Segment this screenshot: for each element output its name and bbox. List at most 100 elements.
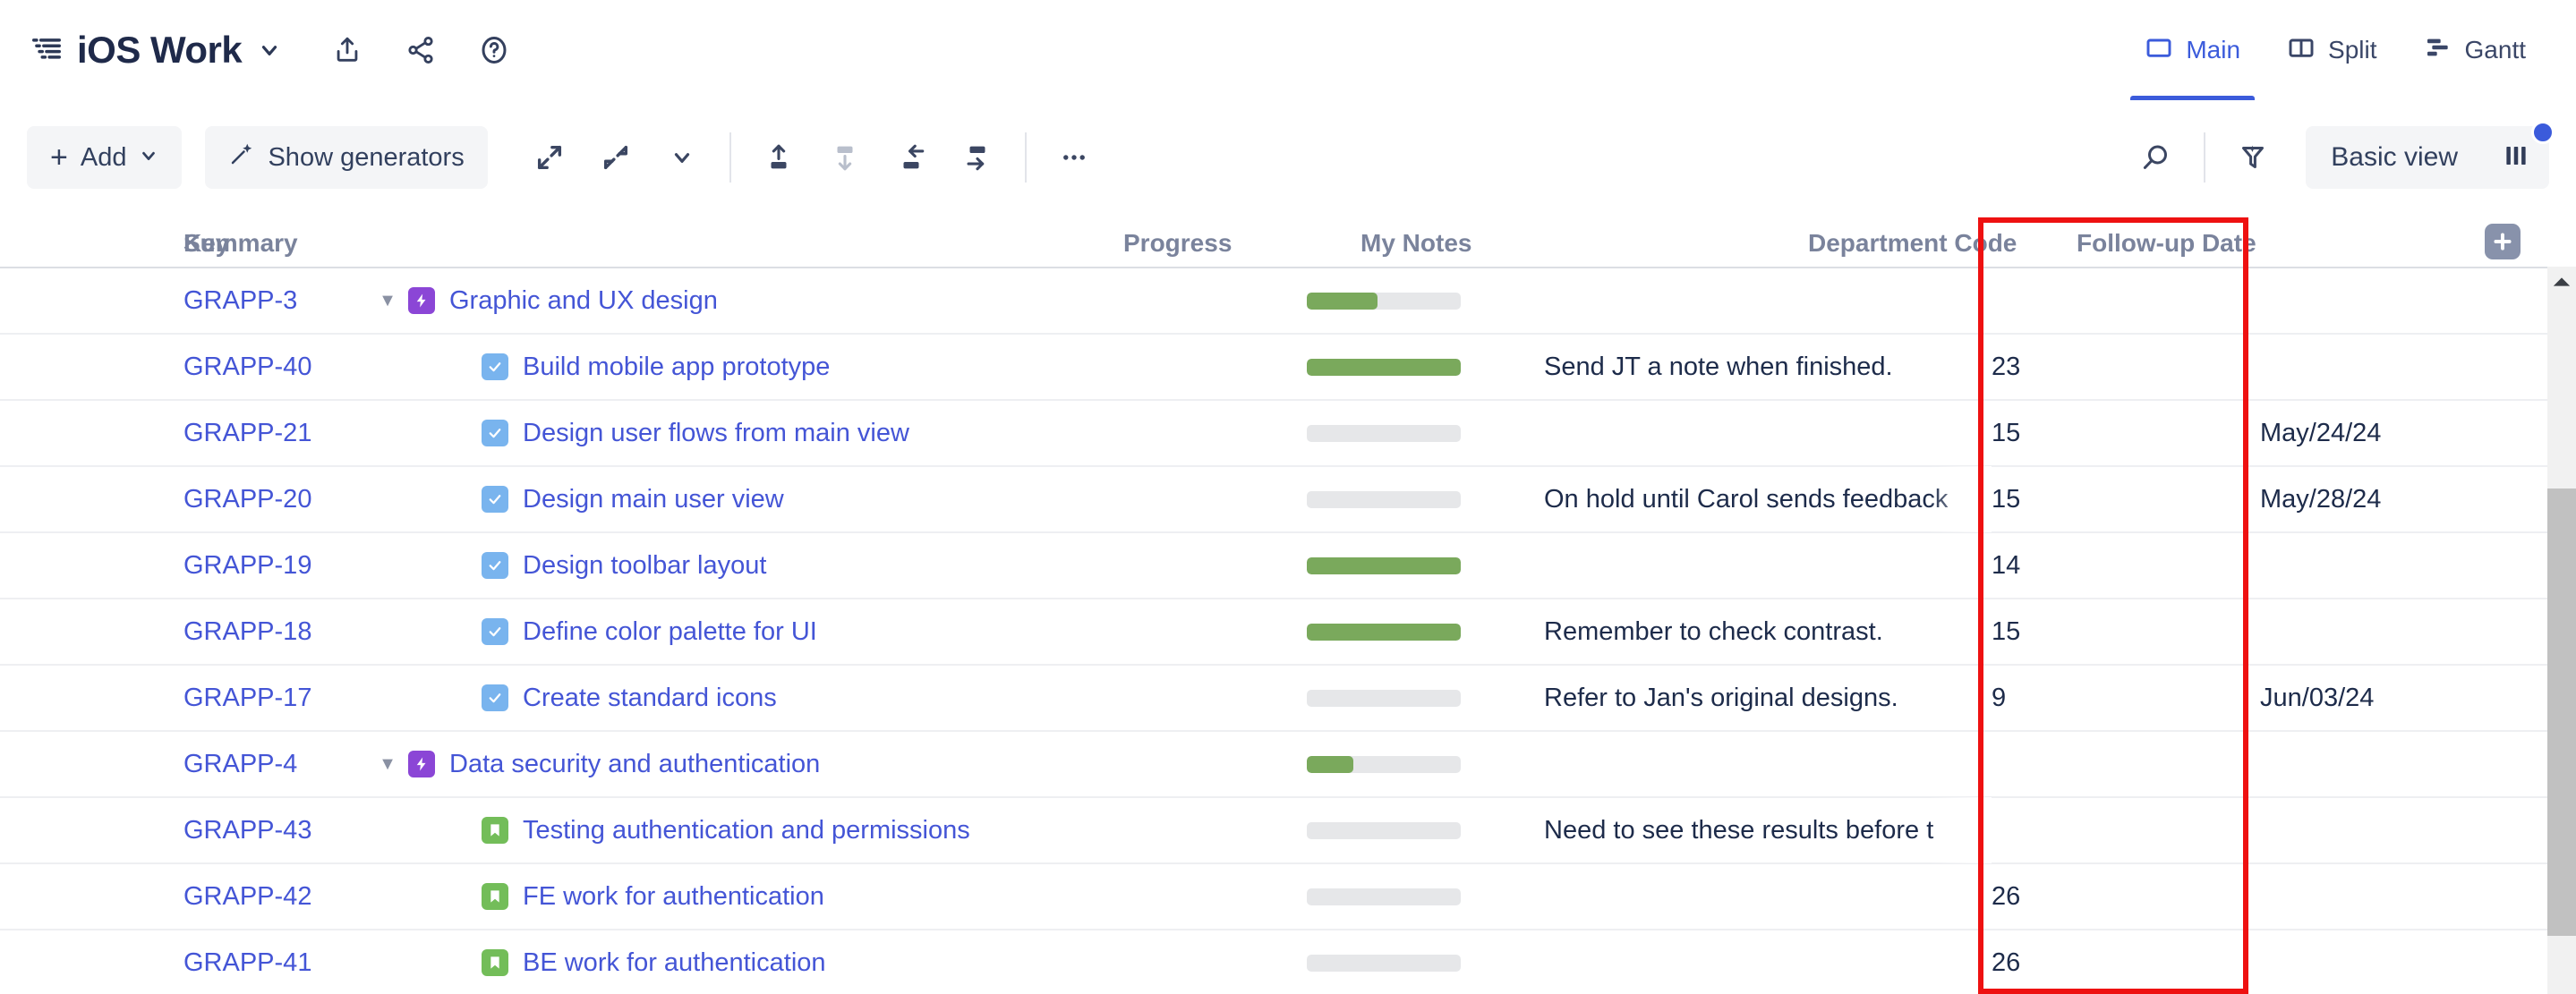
summary-text[interactable]: Testing authentication and permissions [523, 816, 970, 845]
summary-cell[interactable]: Build mobile app prototype [367, 334, 1307, 400]
more-ellipsis-icon[interactable] [1041, 126, 1107, 189]
add-button[interactable]: + Add [27, 126, 183, 189]
search-icon[interactable] [2123, 126, 2189, 189]
issue-key-link[interactable]: GRAPP-3 [0, 268, 367, 334]
my-notes-cell[interactable] [1544, 863, 1992, 930]
my-notes-cell[interactable]: On hold until Carol sends feedback [1544, 466, 1992, 532]
follow-up-date-cell[interactable]: Jun/03/24 [2260, 665, 2576, 731]
issue-key-link[interactable]: GRAPP-40 [0, 334, 367, 400]
follow-up-date-cell[interactable] [2260, 334, 2576, 400]
summary-text[interactable]: Design main user view [523, 485, 784, 514]
table-row[interactable]: GRAPP-43 Testing authentication and permi… [0, 797, 2576, 864]
my-notes-cell[interactable] [1544, 400, 1992, 466]
department-code-cell[interactable]: 9 [1992, 665, 2260, 731]
tab-gantt[interactable]: Gantt [2401, 0, 2549, 100]
table-row[interactable]: GRAPP-21 Design user flows from main view… [0, 401, 2576, 467]
summary-cell[interactable]: Design user flows from main view [367, 400, 1307, 466]
summary-cell[interactable]: BE work for authentication [367, 930, 1307, 994]
follow-up-date-cell[interactable] [2260, 930, 2576, 994]
tab-split[interactable]: Split [2264, 0, 2400, 100]
summary-cell[interactable]: FE work for authentication [367, 863, 1307, 930]
show-generators-button[interactable]: Show generators [205, 126, 488, 189]
issue-key-link[interactable]: GRAPP-43 [0, 797, 367, 863]
column-header-progress[interactable]: Progress [1123, 229, 1361, 267]
department-code-cell[interactable] [1992, 797, 2260, 863]
follow-up-date-cell[interactable]: May/28/24 [2260, 466, 2576, 532]
basic-view-button[interactable]: Basic view [2306, 126, 2483, 189]
collapse-triangle-icon[interactable]: ▼ [367, 754, 408, 775]
summary-text[interactable]: Graphic and UX design [449, 286, 718, 316]
department-code-cell[interactable]: 26 [1992, 863, 2260, 930]
scroll-up-arrow-icon[interactable] [2547, 267, 2576, 297]
department-code-cell[interactable]: 26 [1992, 930, 2260, 994]
table-row[interactable]: GRAPP-42 FE work for authentication 26 [0, 864, 2576, 930]
table-row[interactable]: GRAPP-3 ▼ Graphic and UX design [0, 268, 2576, 335]
column-header-my-notes[interactable]: My Notes [1361, 229, 1808, 267]
my-notes-cell[interactable]: Remember to check contrast. [1544, 599, 1992, 665]
move-up-button[interactable] [746, 126, 812, 189]
indent-button[interactable] [944, 126, 1011, 189]
issue-key-link[interactable]: GRAPP-19 [0, 532, 367, 599]
share-icon[interactable] [394, 23, 448, 77]
summary-cell[interactable]: Define color palette for UI [367, 599, 1307, 665]
summary-text[interactable]: Create standard icons [523, 684, 777, 713]
table-row[interactable]: GRAPP-20 Design main user view On hold unt… [0, 466, 2576, 533]
move-down-button[interactable] [812, 126, 878, 189]
follow-up-date-cell[interactable] [2260, 599, 2576, 665]
follow-up-date-cell[interactable] [2260, 863, 2576, 930]
plus-square-icon[interactable] [2485, 224, 2521, 259]
department-code-cell[interactable]: 14 [1992, 532, 2260, 599]
issue-key-link[interactable]: GRAPP-20 [0, 466, 367, 532]
summary-text[interactable]: Design toolbar layout [523, 551, 766, 581]
summary-text[interactable]: FE work for authentication [523, 882, 824, 912]
my-notes-cell[interactable] [1544, 532, 1992, 599]
collapse-all-button[interactable] [583, 126, 649, 189]
my-notes-cell[interactable] [1544, 268, 1992, 334]
table-row[interactable]: GRAPP-18 Define color palette for UI Remem… [0, 599, 2576, 666]
help-icon[interactable] [467, 23, 521, 77]
table-row[interactable]: GRAPP-41 BE work for authentication 26 [0, 930, 2576, 994]
summary-cell[interactable]: Testing authentication and permissions [367, 797, 1307, 863]
expand-options-caret[interactable] [649, 126, 715, 189]
table-row[interactable]: GRAPP-40 Build mobile app prototype Send J… [0, 335, 2576, 401]
summary-cell[interactable]: Design toolbar layout [367, 532, 1307, 599]
table-row[interactable]: GRAPP-19 Design toolbar layout 14 [0, 533, 2576, 599]
follow-up-date-cell[interactable]: May/24/24 [2260, 400, 2576, 466]
follow-up-date-cell[interactable] [2260, 731, 2576, 797]
table-row[interactable]: GRAPP-17 Create standard icons Refer to Ja… [0, 666, 2576, 732]
collapse-triangle-icon[interactable]: ▼ [367, 291, 408, 311]
columns-button[interactable] [2483, 121, 2555, 189]
summary-text[interactable]: BE work for authentication [523, 948, 826, 978]
summary-cell[interactable]: ▼ Data security and authentication [367, 731, 1307, 797]
column-header-key[interactable]: Key [0, 229, 229, 267]
column-header-department-code[interactable]: Department Code [1808, 229, 2077, 267]
tab-main[interactable]: Main [2121, 0, 2264, 100]
follow-up-date-cell[interactable] [2260, 797, 2576, 863]
issue-key-link[interactable]: GRAPP-17 [0, 665, 367, 731]
issue-key-link[interactable]: GRAPP-41 [0, 930, 367, 994]
my-notes-cell[interactable]: Need to see these results before t [1544, 797, 1992, 863]
issue-key-link[interactable]: GRAPP-21 [0, 400, 367, 466]
summary-cell[interactable]: Design main user view [367, 466, 1307, 532]
department-code-cell[interactable] [1992, 731, 2260, 797]
my-notes-cell[interactable] [1544, 930, 1992, 994]
issue-key-link[interactable]: GRAPP-4 [0, 731, 367, 797]
department-code-cell[interactable]: 15 [1992, 466, 2260, 532]
summary-cell[interactable]: Create standard icons [367, 665, 1307, 731]
vertical-scrollbar[interactable] [2547, 267, 2576, 994]
chevron-down-icon[interactable] [258, 38, 281, 62]
follow-up-date-cell[interactable] [2260, 532, 2576, 599]
summary-text[interactable]: Design user flows from main view [523, 419, 909, 448]
summary-text[interactable]: Build mobile app prototype [523, 353, 830, 382]
department-code-cell[interactable] [1992, 268, 2260, 334]
column-header-summary[interactable]: Summary [183, 229, 1123, 267]
issue-key-link[interactable]: GRAPP-42 [0, 863, 367, 930]
magic-filter-icon[interactable] [2220, 126, 2286, 189]
summary-cell[interactable]: ▼ Graphic and UX design [367, 268, 1307, 334]
export-icon[interactable] [320, 23, 374, 77]
summary-text[interactable]: Data security and authentication [449, 750, 820, 779]
outdent-button[interactable] [878, 126, 944, 189]
summary-text[interactable]: Define color palette for UI [523, 617, 817, 647]
department-code-cell[interactable]: 15 [1992, 599, 2260, 665]
follow-up-date-cell[interactable] [2260, 268, 2576, 334]
